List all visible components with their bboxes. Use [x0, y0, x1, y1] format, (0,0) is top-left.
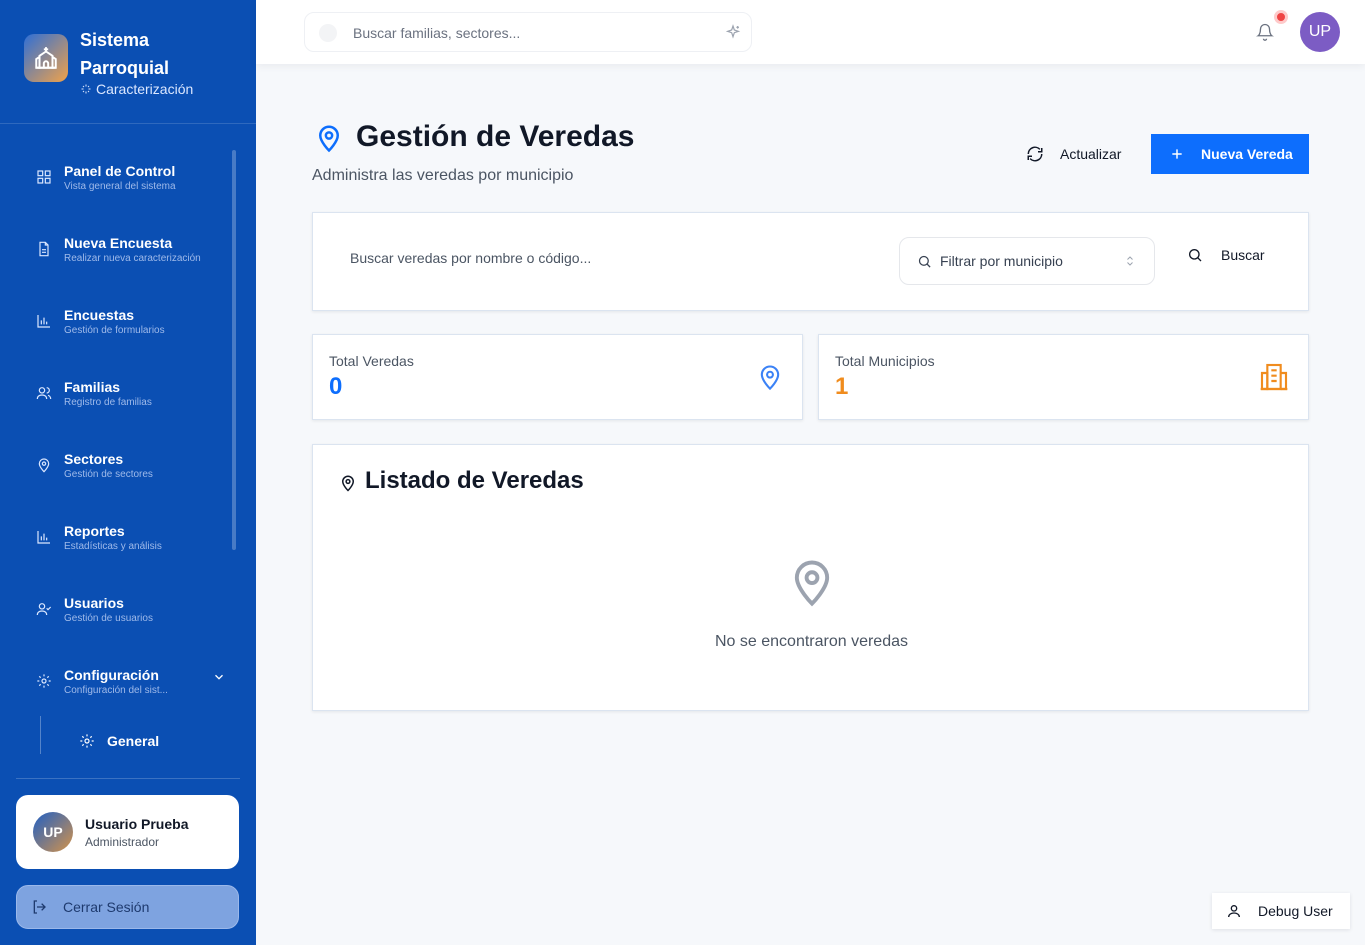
gear-icon	[37, 674, 51, 688]
document-icon	[39, 241, 49, 257]
search-icon	[918, 255, 931, 268]
sidebar-scrollbar[interactable]	[232, 150, 236, 550]
sidebar-item-nueva-encuesta[interactable]: Nueva Encuesta Realizar nueva caracteriza…	[36, 234, 226, 278]
sidebar-item-sub: Gestión de usuarios	[64, 613, 153, 624]
municipio-select[interactable]: Filtrar por municipio	[899, 237, 1155, 285]
building-icon	[1260, 363, 1288, 391]
brand-subtitle: Caracterización	[80, 81, 193, 97]
sparkle-icon	[81, 84, 91, 94]
sidebar-item-encuestas[interactable]: Encuestas Gestión de formularios	[36, 306, 226, 350]
brand-header: Sistema Parroquial Caracterización	[0, 0, 256, 124]
sidebar-item-reportes[interactable]: Reportes Estadísticas y análisis	[36, 522, 226, 566]
sidebar-item-label: Reportes	[64, 523, 125, 539]
stat-label: Total Municipios	[835, 353, 935, 369]
stat-value: 1	[835, 373, 849, 400]
sidebar-item-label: Familias	[64, 379, 121, 395]
sidebar-item-label: Sectores	[64, 451, 124, 467]
avatar: UP	[33, 812, 73, 852]
bell-icon[interactable]	[1256, 23, 1274, 41]
gear-icon	[80, 734, 94, 748]
chevron-up-down-icon	[1127, 256, 1133, 266]
chevron-down-icon[interactable]	[212, 670, 226, 684]
map-pin-icon	[38, 458, 50, 473]
users-icon	[36, 387, 52, 400]
search-button-label: Buscar	[1221, 247, 1265, 263]
sidebar-subitem-label: General	[107, 733, 160, 749]
new-vereda-button[interactable]: Nueva Vereda	[1151, 134, 1309, 174]
sidebar-item-label: Configuración	[64, 667, 159, 683]
sidebar-item-sub: Estadísticas y análisis	[64, 541, 162, 552]
logout-label: Cerrar Sesión	[63, 899, 150, 915]
global-search-placeholder: Buscar familias, sectores...	[353, 25, 521, 41]
sidebar-item-usuarios[interactable]: Usuarios Gestión de usuarios	[36, 594, 226, 638]
brand-subtitle-text: Caracterización	[96, 81, 194, 97]
sidebar-subitem-general[interactable]: General	[79, 733, 159, 749]
church-logo-icon	[24, 34, 68, 82]
sidebar-item-label: Panel de Control	[64, 163, 176, 179]
municipio-select-placeholder: Filtrar por municipio	[940, 253, 1063, 269]
search-button[interactable]: Buscar	[1187, 247, 1265, 263]
dashboard-icon	[37, 170, 51, 184]
topbar: Buscar familias, sectores... UP	[256, 0, 1365, 64]
search-icon	[1189, 249, 1202, 262]
stat-card-total-veredas: Total Veredas 0	[312, 334, 803, 420]
refresh-button[interactable]: Actualizar	[1020, 134, 1138, 174]
stat-label: Total Veredas	[329, 353, 414, 369]
page-subtitle: Administra las veredas por municipio	[312, 167, 574, 184]
logout-icon	[33, 900, 46, 914]
sidebar-item-sub: Registro de familias	[64, 397, 152, 408]
sidebar-item-label: Encuestas	[64, 307, 135, 323]
filter-card: Buscar veredas por nombre o código... Fi…	[312, 212, 1309, 311]
user-check-icon	[36, 603, 52, 616]
empty-state-text: No se encontraron veredas	[715, 633, 908, 650]
logout-button[interactable]: Cerrar Sesión	[16, 885, 239, 929]
sidebar-item-sectores[interactable]: Sectores Gestión de sectores	[36, 450, 226, 494]
plus-icon	[1172, 149, 1182, 159]
search-icon	[319, 24, 337, 42]
sparkle-icon[interactable]	[725, 24, 741, 40]
sidebar: Sistema Parroquial Caracterización Panel…	[0, 0, 256, 945]
refresh-icon	[1027, 146, 1043, 162]
notification-badge	[1274, 10, 1288, 24]
list-title: Listado de Veredas	[365, 467, 584, 494]
global-search-input[interactable]: Buscar familias, sectores...	[304, 12, 752, 52]
sidebar-item-sub: Realizar nueva caracterización	[64, 253, 201, 264]
bar-chart-icon	[37, 315, 50, 328]
sidebar-item-sub: Gestión de sectores	[64, 469, 153, 480]
sidebar-divider	[16, 778, 240, 779]
bar-chart-icon	[37, 531, 50, 544]
sidebar-item-sub: Gestión de formularios	[64, 325, 165, 336]
user-icon	[1228, 905, 1240, 918]
avatar[interactable]: UP	[1300, 12, 1340, 52]
debug-user-label: Debug User	[1258, 903, 1333, 919]
user-card[interactable]: UP Usuario Prueba Administrador	[16, 795, 239, 869]
user-role: Administrador	[85, 835, 160, 849]
sidebar-item-label: Nueva Encuesta	[64, 235, 173, 251]
brand-title: Sistema Parroquial	[80, 30, 170, 78]
debug-user-button[interactable]: Debug User	[1212, 893, 1350, 929]
map-pin-icon	[318, 125, 340, 153]
stat-value: 0	[329, 373, 343, 400]
user-name: Usuario Prueba	[85, 816, 189, 832]
sidebar-item-panel-de-control[interactable]: Panel de Control Vista general del sistem…	[36, 162, 226, 206]
sidebar-item-configuracion[interactable]: Configuración Configuración del sist...	[36, 666, 226, 710]
page-title: Gestión de Veredas	[356, 120, 635, 153]
submenu-line	[40, 716, 41, 754]
new-vereda-label: Nueva Vereda	[1201, 146, 1293, 162]
map-pin-icon	[760, 365, 780, 391]
sidebar-item-sub: Vista general del sistema	[64, 181, 176, 192]
map-pin-icon	[794, 560, 830, 607]
refresh-label: Actualizar	[1060, 146, 1122, 162]
sidebar-item-familias[interactable]: Familias Registro de familias	[36, 378, 226, 422]
sidebar-item-sub: Configuración del sist...	[64, 685, 168, 696]
stat-card-total-municipios: Total Municipios 1	[818, 334, 1309, 420]
vereda-search-input[interactable]: Buscar veredas por nombre o código...	[350, 250, 591, 266]
veredas-list-card: Listado de Veredas No se encontraron ver…	[312, 444, 1309, 711]
map-pin-icon	[341, 475, 355, 492]
sidebar-item-label: Usuarios	[64, 595, 124, 611]
